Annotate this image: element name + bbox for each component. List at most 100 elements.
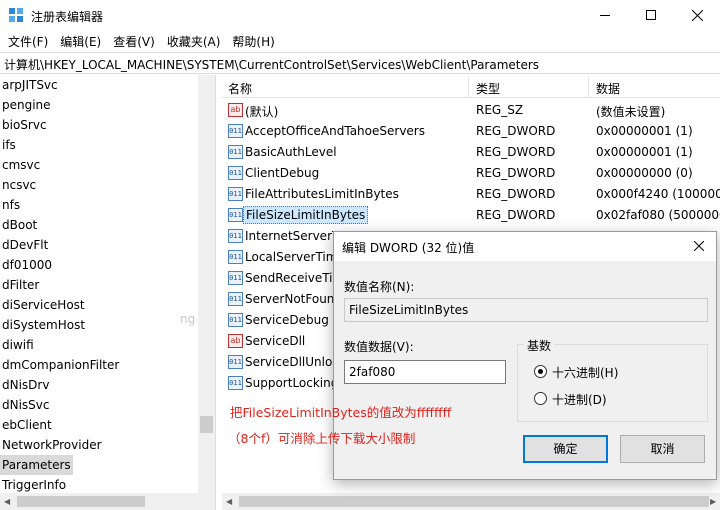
value-name: ServiceDllUnloa [245,355,340,369]
minimize-icon [600,14,610,16]
tree-item[interactable]: ebClient [0,415,215,435]
radio-decimal-label[interactable]: 十进制(D) [552,391,607,408]
tree-item[interactable]: dmCompanionFilter [0,355,215,375]
tree-item[interactable]: dNisSvc [0,395,215,415]
menu-edit[interactable]: 编辑(E) [54,31,107,51]
tree-item[interactable]: Parameters [0,455,73,475]
value-name-field: FileSizeLimitInBytes [344,298,708,322]
dword-value-icon: 011 [228,229,243,243]
value-name: AcceptOfficeAndTahoeServers [245,124,425,138]
tree-item[interactable]: ncsvc [0,175,215,195]
tree-item[interactable]: nfs [0,195,215,215]
column-data[interactable]: 数据 [596,80,620,97]
value-name: ServiceDll [245,334,306,348]
value-name: FileSizeLimitInBytes [243,206,369,224]
tree-item[interactable]: dDevFlt [0,235,215,255]
value-type: REG_DWORD [476,187,556,201]
string-value-icon: ab [228,334,243,348]
maximize-icon [646,10,656,20]
minimize-button[interactable] [582,0,628,30]
tree-scroll-thumb[interactable] [200,416,213,433]
dialog-title-bar: 编辑 DWORD (32 位)值 [334,232,716,261]
registry-editor-icon [9,8,24,23]
address-bar[interactable]: 计算机\HKEY_LOCAL_MACHINE\SYSTEM\CurrentCon… [0,52,720,74]
value-data: (数值未设置) [596,105,666,119]
radio-hexadecimal-label[interactable]: 十六进制(H) [552,364,618,381]
value-name: FileAttributesLimitInBytes [245,187,399,201]
cancel-button[interactable]: 取消 [620,435,705,463]
value-name: (默认) [245,105,279,119]
value-data: 0x00000001 (1) [596,145,693,159]
window-title: 注册表编辑器 [31,10,104,24]
list-scroll-left-icon[interactable]: ◀ [226,497,232,506]
value-data: 0x000f4240 (1000000 [596,187,720,201]
value-row[interactable]: 011 AcceptOfficeAndTahoeServers REG_DWORD 0… [222,121,720,142]
menu-view[interactable]: 查看(V) [107,31,161,51]
tree-item[interactable]: ifs [0,135,215,155]
value-type: REG_SZ [476,103,524,117]
tree-item[interactable]: pengine [0,95,215,115]
annotation-line-2: （8个f）可消除上传下载大小限制 [228,431,416,446]
value-data-input[interactable]: 2faf080 [344,360,506,384]
dword-value-icon: 011 [228,292,243,306]
close-button[interactable] [674,0,720,30]
dword-value-icon: 011 [228,355,243,369]
value-type: REG_DWORD [476,208,556,222]
column-type[interactable]: 类型 [476,80,500,97]
column-divider[interactable] [588,76,589,98]
ok-button[interactable]: 确定 [523,435,608,463]
tree-item[interactable]: arpJITSvc [0,75,215,95]
scroll-left-icon[interactable]: ◀ [4,497,10,506]
value-data: 0x00000000 (0) [596,166,693,180]
list-horizontal-thumb[interactable] [239,496,709,507]
radio-hexadecimal[interactable] [534,365,547,378]
value-name: LocalServerTim [245,250,338,264]
value-data: 0x02faf080 (5000000 [596,208,720,222]
radio-decimal[interactable] [534,392,547,405]
tree-item[interactable]: dFilter [0,275,215,295]
base-label: 基数 [524,337,555,354]
dword-value-icon: 011 [228,208,243,222]
key-tree[interactable]: arpJITSvc pengine bioSrvc ifs cmsvc ncsvc nfs d… [0,75,216,510]
menu-favorites[interactable]: 收藏夹(A) [161,31,227,51]
dword-value-icon: 011 [228,271,243,285]
list-header: 名称 类型 数据 [222,76,720,98]
value-row[interactable]: ab (默认) REG_SZ (数值未设置) [222,100,720,121]
value-name: ClientDebug [245,166,320,180]
tree-item[interactable]: TriggerInfo [0,475,215,495]
menu-help[interactable]: 帮助(H) [226,31,280,51]
tree-item[interactable]: bioSrvc [0,115,215,135]
tree-item[interactable]: df01000 [0,255,215,275]
value-name: BasicAuthLevel [245,145,337,159]
value-row[interactable]: 011 FileSizeLimitInBytes REG_DWORD 0x02faf0… [222,205,720,226]
close-icon [691,9,703,21]
value-data: 0x00000001 (1) [596,124,693,138]
value-row[interactable]: 011 FileAttributesLimitInBytes REG_DWORD 0x… [222,184,720,205]
value-row[interactable]: 011 BasicAuthLevel REG_DWORD 0x00000001 (1) [222,142,720,163]
tree-horizontal-thumb[interactable] [17,496,145,507]
column-name[interactable]: 名称 [228,80,252,97]
dialog-close-button[interactable] [688,236,710,258]
value-type: REG_DWORD [476,145,556,159]
list-scroll-right-icon[interactable]: ▶ [710,497,716,506]
value-name: ServerNotFoun [245,292,335,306]
tree-item[interactable]: NetworkProvider [0,435,215,455]
value-name: ServiceDebug [245,313,329,327]
value-row[interactable]: 011 ClientDebug REG_DWORD 0x00000000 (0) [222,163,720,184]
tree-item[interactable]: dNisDrv [0,375,215,395]
maximize-button[interactable] [628,0,674,30]
column-divider[interactable] [468,76,469,98]
value-name: InternetServerT [245,229,340,243]
menu-bar: 文件(F) 编辑(E) 查看(V) 收藏夹(A) 帮助(H) [0,31,720,51]
string-value-icon: ab [228,103,243,117]
dword-value-icon: 011 [228,313,243,327]
tree-item[interactable]: dBoot [0,215,215,235]
tree-list: arpJITSvc pengine bioSrvc ifs cmsvc ncsvc nfs d… [0,75,215,495]
annotation-line-1: 把FileSizeLimitInBytes的值改为ffffffff [230,405,452,420]
address-path[interactable]: 计算机\HKEY_LOCAL_MACHINE\SYSTEM\CurrentCon… [4,56,539,73]
close-icon [693,240,705,252]
tree-item[interactable]: diwifi [0,335,215,355]
tree-vertical-scrollbar[interactable] [198,75,215,510]
tree-item[interactable]: cmsvc [0,155,215,175]
menu-file[interactable]: 文件(F) [2,31,54,51]
